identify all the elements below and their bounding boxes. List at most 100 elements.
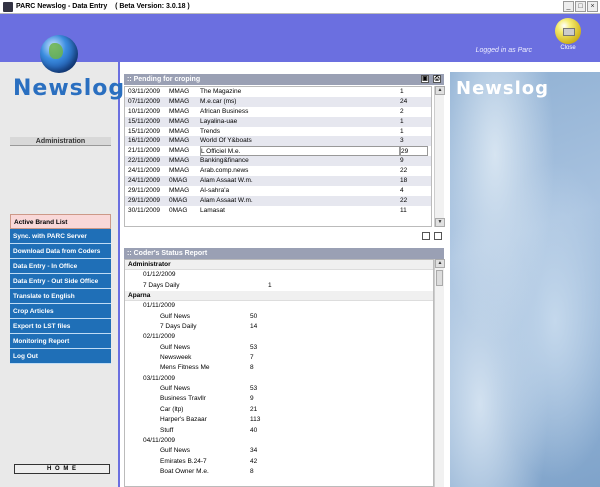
count-cell: 29	[400, 146, 428, 157]
table-row[interactable]: 24/11/2009 MMAG Arab.comp.news 22	[125, 166, 431, 176]
count-value: 113	[250, 416, 261, 424]
table-row[interactable]: 22/11/2009 MMAG Banking&finance 9	[125, 156, 431, 167]
date-row: 01/11/2009	[143, 302, 176, 310]
maximize-icon[interactable]: □	[575, 1, 586, 12]
publication-name: Stuff	[160, 426, 174, 434]
sidebar-item-download[interactable]: Download Data from Coders	[10, 244, 111, 259]
list-item: Newsweek 7	[125, 353, 433, 363]
type-cell: 0MAG	[169, 177, 188, 185]
table-row[interactable]: 10/11/2009 MMAG African Business 2	[125, 107, 431, 117]
logo-text: Newslog	[13, 76, 126, 101]
publication-name: Gulf News	[160, 312, 190, 320]
table-row[interactable]: 03/11/2009 MMAG The Magazine 1	[125, 87, 431, 97]
date-cell: 24/11/2009	[128, 167, 161, 175]
date-cell: 29/11/2009	[128, 196, 161, 204]
pending-panel-title: :: Pending for croping ▣ ⎙	[124, 74, 444, 85]
sidebar-item-data-entry-outside[interactable]: Data Entry - Out Side Office	[10, 274, 111, 289]
date-cell: 30/11/2009	[128, 206, 161, 214]
type-cell: MMAG	[169, 167, 190, 175]
table-row[interactable]: 29/11/2009 MMAG Al-sahra'a 4	[125, 186, 431, 196]
date-cell: 07/11/2009	[128, 97, 161, 105]
table-row[interactable]: 07/11/2009 MMAG M.e.car (ms) 24	[125, 96, 431, 107]
status-scrollbar[interactable]: ▲	[434, 259, 445, 487]
count-value: 40	[250, 426, 258, 434]
publication-name: Gulf News	[160, 343, 190, 351]
type-cell: MMAG	[169, 107, 190, 115]
count-cell: 2	[400, 107, 404, 115]
print-icon[interactable]	[434, 232, 442, 240]
count-cell: 1	[400, 127, 404, 135]
sidebar-item-active-brand-list[interactable]: Active Brand List	[10, 214, 111, 229]
publication-cell: Arab.comp.news	[200, 167, 249, 175]
coder-row: Administrator	[125, 260, 433, 271]
scroll-thumb[interactable]	[436, 270, 443, 286]
scroll-up-icon[interactable]: ▲	[435, 259, 445, 268]
pending-list: 03/11/2009 MMAG The Magazine 1 07/11/2009 MMA…	[124, 86, 432, 227]
scroll-down-icon[interactable]: ▼	[435, 218, 445, 227]
type-cell: MMAG	[169, 117, 190, 125]
count-value: 1	[268, 281, 272, 289]
sidebar-item-data-entry-office[interactable]: Data Entry - In Office	[10, 259, 111, 274]
count-cell: 11	[400, 206, 407, 214]
count-cell: 22	[400, 167, 408, 175]
count-cell: 24	[400, 97, 408, 105]
type-cell: 0MAG	[169, 196, 188, 204]
table-row[interactable]: 29/11/2009 0MAG Alam Assaat W.m. 22	[125, 195, 431, 206]
status-panel-title: :: Coder's Status Report	[124, 248, 444, 259]
table-row[interactable]: 16/11/2009 MMAG World Of Y&boats 3	[125, 136, 431, 147]
print-icon[interactable]: ⎙	[433, 75, 441, 83]
window-controls: _ □ ×	[563, 1, 598, 12]
preview-icon[interactable]: ▣	[421, 75, 429, 83]
publication-cell: World Of Y&boats	[200, 137, 252, 145]
publication-name: Harper's Bazaar	[160, 416, 207, 424]
table-row[interactable]: 15/11/2009 MMAG Layalina-uae 1	[125, 116, 431, 127]
home-button[interactable]: H O M E	[14, 464, 110, 474]
list-item: Harper's Bazaar 113	[125, 415, 433, 425]
date-cell: 10/11/2009	[128, 107, 161, 115]
sidebar-item-sync[interactable]: Sync. with PARC Server	[10, 229, 111, 244]
list-item: Stuff 40	[125, 426, 433, 436]
date-row: 02/11/2009	[143, 333, 176, 341]
sidebar-item-monitoring[interactable]: Monitoring Report	[10, 334, 111, 349]
sidebar-item-crop[interactable]: Crop Articles	[10, 304, 111, 319]
count-value: 21	[250, 405, 258, 413]
date-cell: 15/11/2009	[128, 127, 161, 135]
type-cell: MMAG	[169, 157, 190, 165]
sidebar-menu: Active Brand List Sync. with PARC Server…	[10, 214, 111, 364]
sidebar: Newslog Administration Active Brand List…	[0, 35, 124, 487]
app-icon	[3, 1, 13, 12]
sidebar-item-translate[interactable]: Translate to English	[10, 289, 111, 304]
count-value: 9	[250, 395, 254, 403]
sidebar-item-logout[interactable]: Log Out	[10, 349, 111, 364]
close-window-icon[interactable]: ×	[587, 1, 598, 12]
close-button[interactable]: Close	[548, 18, 588, 51]
table-row[interactable]: 24/11/2009 0MAG Alam Assaat W.m. 18	[125, 176, 431, 186]
publication-cell: African Business	[200, 107, 249, 115]
publication-name: Newsweek	[160, 354, 192, 362]
close-label: Close	[560, 45, 576, 51]
scroll-up-icon[interactable]: ▲	[435, 86, 445, 95]
sidebar-item-export[interactable]: Export to LST files	[10, 319, 111, 334]
list-item: Mens Fitness Me 8	[125, 363, 433, 373]
table-row[interactable]: 30/11/2009 0MAG Lamasat 11	[125, 206, 431, 216]
count-value: 7	[250, 354, 254, 362]
table-row[interactable]: 21/11/2009 MMAG L Officiel M.e. 29	[125, 146, 431, 157]
list-item: Emirates B.24-7 42	[125, 457, 433, 467]
publication-name: Emirates B.24-7	[160, 457, 207, 465]
date-cell: 15/11/2009	[128, 117, 161, 125]
type-cell: MMAG	[169, 127, 190, 135]
publication-name: 7 Days Daily	[160, 323, 197, 331]
preview-icon[interactable]	[422, 232, 430, 240]
count-value: 14	[250, 323, 258, 331]
status-report: Administrator 01/12/2009 7 Days Daily 1 Apar…	[124, 259, 434, 487]
minimize-icon[interactable]: _	[563, 1, 574, 12]
type-cell: MMAG	[169, 137, 190, 145]
date-cell: 16/11/2009	[128, 137, 161, 145]
type-cell: MMAG	[169, 147, 190, 155]
logged-in-text: Logged in as Parc	[475, 47, 532, 54]
count-cell: 1	[400, 88, 404, 95]
pending-scrollbar[interactable]: ▲ ▼	[434, 86, 445, 227]
pending-footer-icons	[422, 232, 444, 242]
publication-cell: Al-sahra'a	[200, 186, 230, 194]
table-row[interactable]: 15/11/2009 MMAG Trends 1	[125, 127, 431, 137]
